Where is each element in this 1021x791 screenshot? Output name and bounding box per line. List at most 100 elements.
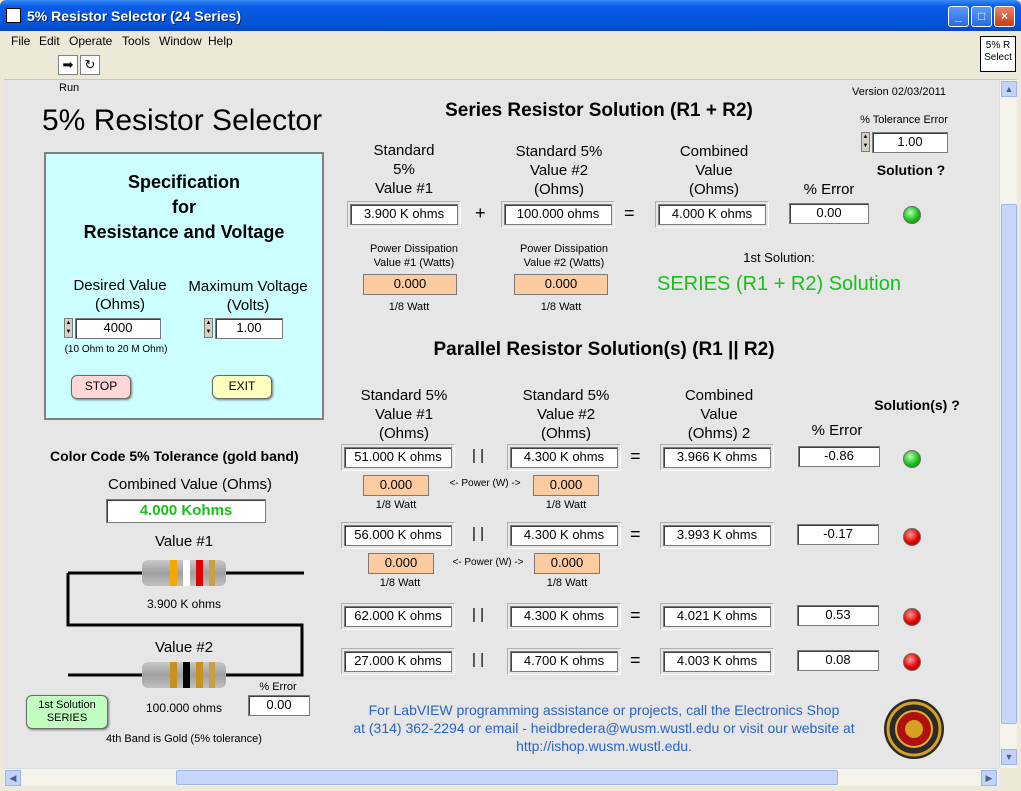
parallel-col3-l1: Combined: [684, 387, 754, 404]
max-voltage-stepper[interactable]: ▲ ▼: [204, 318, 213, 338]
resistor-1: [142, 560, 226, 586]
circuit-wire: [66, 571, 304, 677]
series-solution-led: [903, 206, 921, 224]
parallel-row1-rating1: 1/8 Watt: [375, 499, 417, 511]
series-value2: 100.000 ohms: [504, 204, 612, 225]
parallel-row3-value1: 62.000 K ohms: [344, 606, 452, 627]
front-panel: Run 5% Resistor Selector Version 02/03/2…: [4, 80, 999, 768]
value2-label: Value #2: [154, 639, 214, 656]
tolerance-label: % Tolerance Error: [860, 114, 948, 126]
minimize-button[interactable]: _: [948, 6, 969, 27]
page-title: 5% Resistor Selector: [42, 104, 323, 137]
table-row: 27.000 K ohms: [341, 648, 455, 675]
tolerance-input[interactable]: 1.00: [872, 132, 948, 153]
footer-line3[interactable]: http://ishop.wusm.wustl.edu.: [334, 737, 874, 755]
parallel-symbol: | |: [472, 651, 484, 668]
vertical-scrollbar[interactable]: ▲ ▼: [999, 80, 1017, 768]
menu-edit[interactable]: Edit: [39, 34, 60, 48]
parallel-row2-rating1: 1/8 Watt: [379, 577, 421, 589]
pd1-rating: 1/8 Watt: [388, 301, 430, 313]
app-window: 5% Resistor Selector (24 Series) _ □ × F…: [0, 0, 1021, 791]
pd1-label-1: Power Dissipation: [369, 243, 459, 255]
pd2-label-2: Value #2 (Watts): [523, 257, 605, 269]
series-col2-l1: Standard 5%: [515, 143, 603, 160]
first-solution-series-button[interactable]: 1st Solution SERIES: [26, 695, 108, 729]
scroll-right-icon[interactable]: ▶: [981, 770, 997, 786]
resistor-1-band-3: [196, 560, 203, 586]
series-combined: 4.000 K ohms: [658, 204, 766, 225]
horizontal-scroll-thumb[interactable]: [176, 770, 838, 785]
pd2-rating: 1/8 Watt: [540, 301, 582, 313]
footer-line1: For LabVIEW programming assistance or pr…: [368, 702, 840, 718]
horizontal-scrollbar[interactable]: ◀ ▶: [4, 768, 999, 786]
combined-value-display: 4.000 Kohms: [106, 499, 266, 523]
series-col4: % Error: [803, 181, 855, 198]
color-code-heading: Color Code 5% Tolerance (gold band): [50, 448, 299, 464]
series-col3-l2: Value: [695, 162, 733, 179]
scroll-left-icon[interactable]: ◀: [5, 770, 21, 786]
parallel-row2-power2: 0.000: [534, 553, 600, 574]
resistor-2-band-3: [196, 662, 203, 688]
parallel-row3-error: 0.53: [797, 605, 879, 626]
spec-heading-2: for: [172, 197, 196, 217]
parallel-col2-l2: Value #2: [536, 406, 596, 423]
exit-button[interactable]: EXIT: [212, 375, 272, 399]
parallel-row1-rating2: 1/8 Watt: [545, 499, 587, 511]
menu-file[interactable]: File: [11, 34, 30, 48]
scroll-up-icon[interactable]: ▲: [1001, 81, 1017, 97]
max-voltage-label-1: Maximum Voltage: [188, 278, 308, 295]
value1-text: 3.900 K ohms: [146, 597, 222, 611]
run-arrow-icon[interactable]: ➡: [58, 55, 78, 75]
parallel-symbol: | |: [472, 606, 484, 623]
pd2-label-1: Power Dissipation: [519, 243, 609, 255]
scroll-down-icon[interactable]: ▼: [1001, 749, 1017, 765]
table-row: 56.000 K ohms: [341, 522, 455, 549]
desired-value-input[interactable]: 4000: [75, 318, 161, 339]
maximize-button[interactable]: □: [971, 6, 992, 27]
parallel-row3-combined: 4.021 K ohms: [663, 606, 771, 627]
max-voltage-label-2: (Volts): [226, 297, 270, 314]
run-continuously-icon[interactable]: ↻: [80, 55, 100, 75]
series-col2-l2: Value #2: [529, 162, 589, 179]
parallel-row2-error: -0.17: [797, 524, 879, 545]
stop-button[interactable]: STOP: [71, 375, 131, 399]
run-label: Run: [59, 82, 80, 94]
parallel-row4-led: [903, 653, 921, 671]
first-solution-button-line2: SERIES: [46, 712, 88, 724]
parallel-row4-error: 0.08: [797, 650, 879, 671]
title-bar: 5% Resistor Selector (24 Series) _ □ ×: [0, 0, 1021, 31]
equals-symbol: =: [630, 650, 641, 670]
menu-window[interactable]: Window: [159, 34, 202, 48]
tolerance-stepper[interactable]: ▲ ▼: [861, 132, 870, 152]
equals-symbol: =: [630, 446, 641, 466]
menu-tools[interactable]: Tools: [122, 34, 150, 48]
parallel-row4-combined: 4.003 K ohms: [663, 651, 771, 672]
parallel-col1-l1: Standard 5%: [360, 387, 448, 404]
plus-symbol: +: [475, 203, 486, 223]
labview-run-icon: [6, 8, 21, 23]
version-label: Version 02/03/2011: [852, 86, 946, 98]
menu-operate[interactable]: Operate: [69, 34, 112, 48]
equals-symbol: =: [630, 605, 641, 625]
close-button[interactable]: ×: [994, 6, 1015, 27]
parallel-symbol: | |: [472, 525, 484, 542]
toolbar: ➡ ↻: [4, 52, 1017, 80]
desired-value-label-1: Desired Value: [73, 277, 167, 294]
window-title: 5% Resistor Selector (24 Series): [27, 8, 241, 24]
resistor-2-tolerance-band: [209, 662, 215, 688]
series-heading: Series Resistor Solution (R1 + R2): [445, 100, 753, 121]
parallel-row1-combined: 3.966 K ohms: [663, 447, 771, 468]
parallel-row1-led: [903, 450, 921, 468]
value2-text: 100.000 ohms: [145, 701, 223, 715]
resistor-1-band-2: [183, 560, 190, 586]
parallel-col1-l2: Value #1: [374, 406, 434, 423]
desired-value-stepper[interactable]: ▲ ▼: [64, 318, 73, 338]
parallel-col2-l1: Standard 5%: [522, 387, 610, 404]
parallel-row4-value2: 4.700 K ohms: [510, 651, 618, 672]
vertical-scroll-thumb[interactable]: [1001, 204, 1017, 724]
max-voltage-input[interactable]: 1.00: [215, 318, 283, 339]
menu-help[interactable]: Help: [208, 34, 233, 48]
parallel-symbol: | |: [472, 447, 484, 464]
table-row: 51.000 K ohms: [341, 444, 455, 471]
equals-symbol: =: [624, 203, 635, 223]
